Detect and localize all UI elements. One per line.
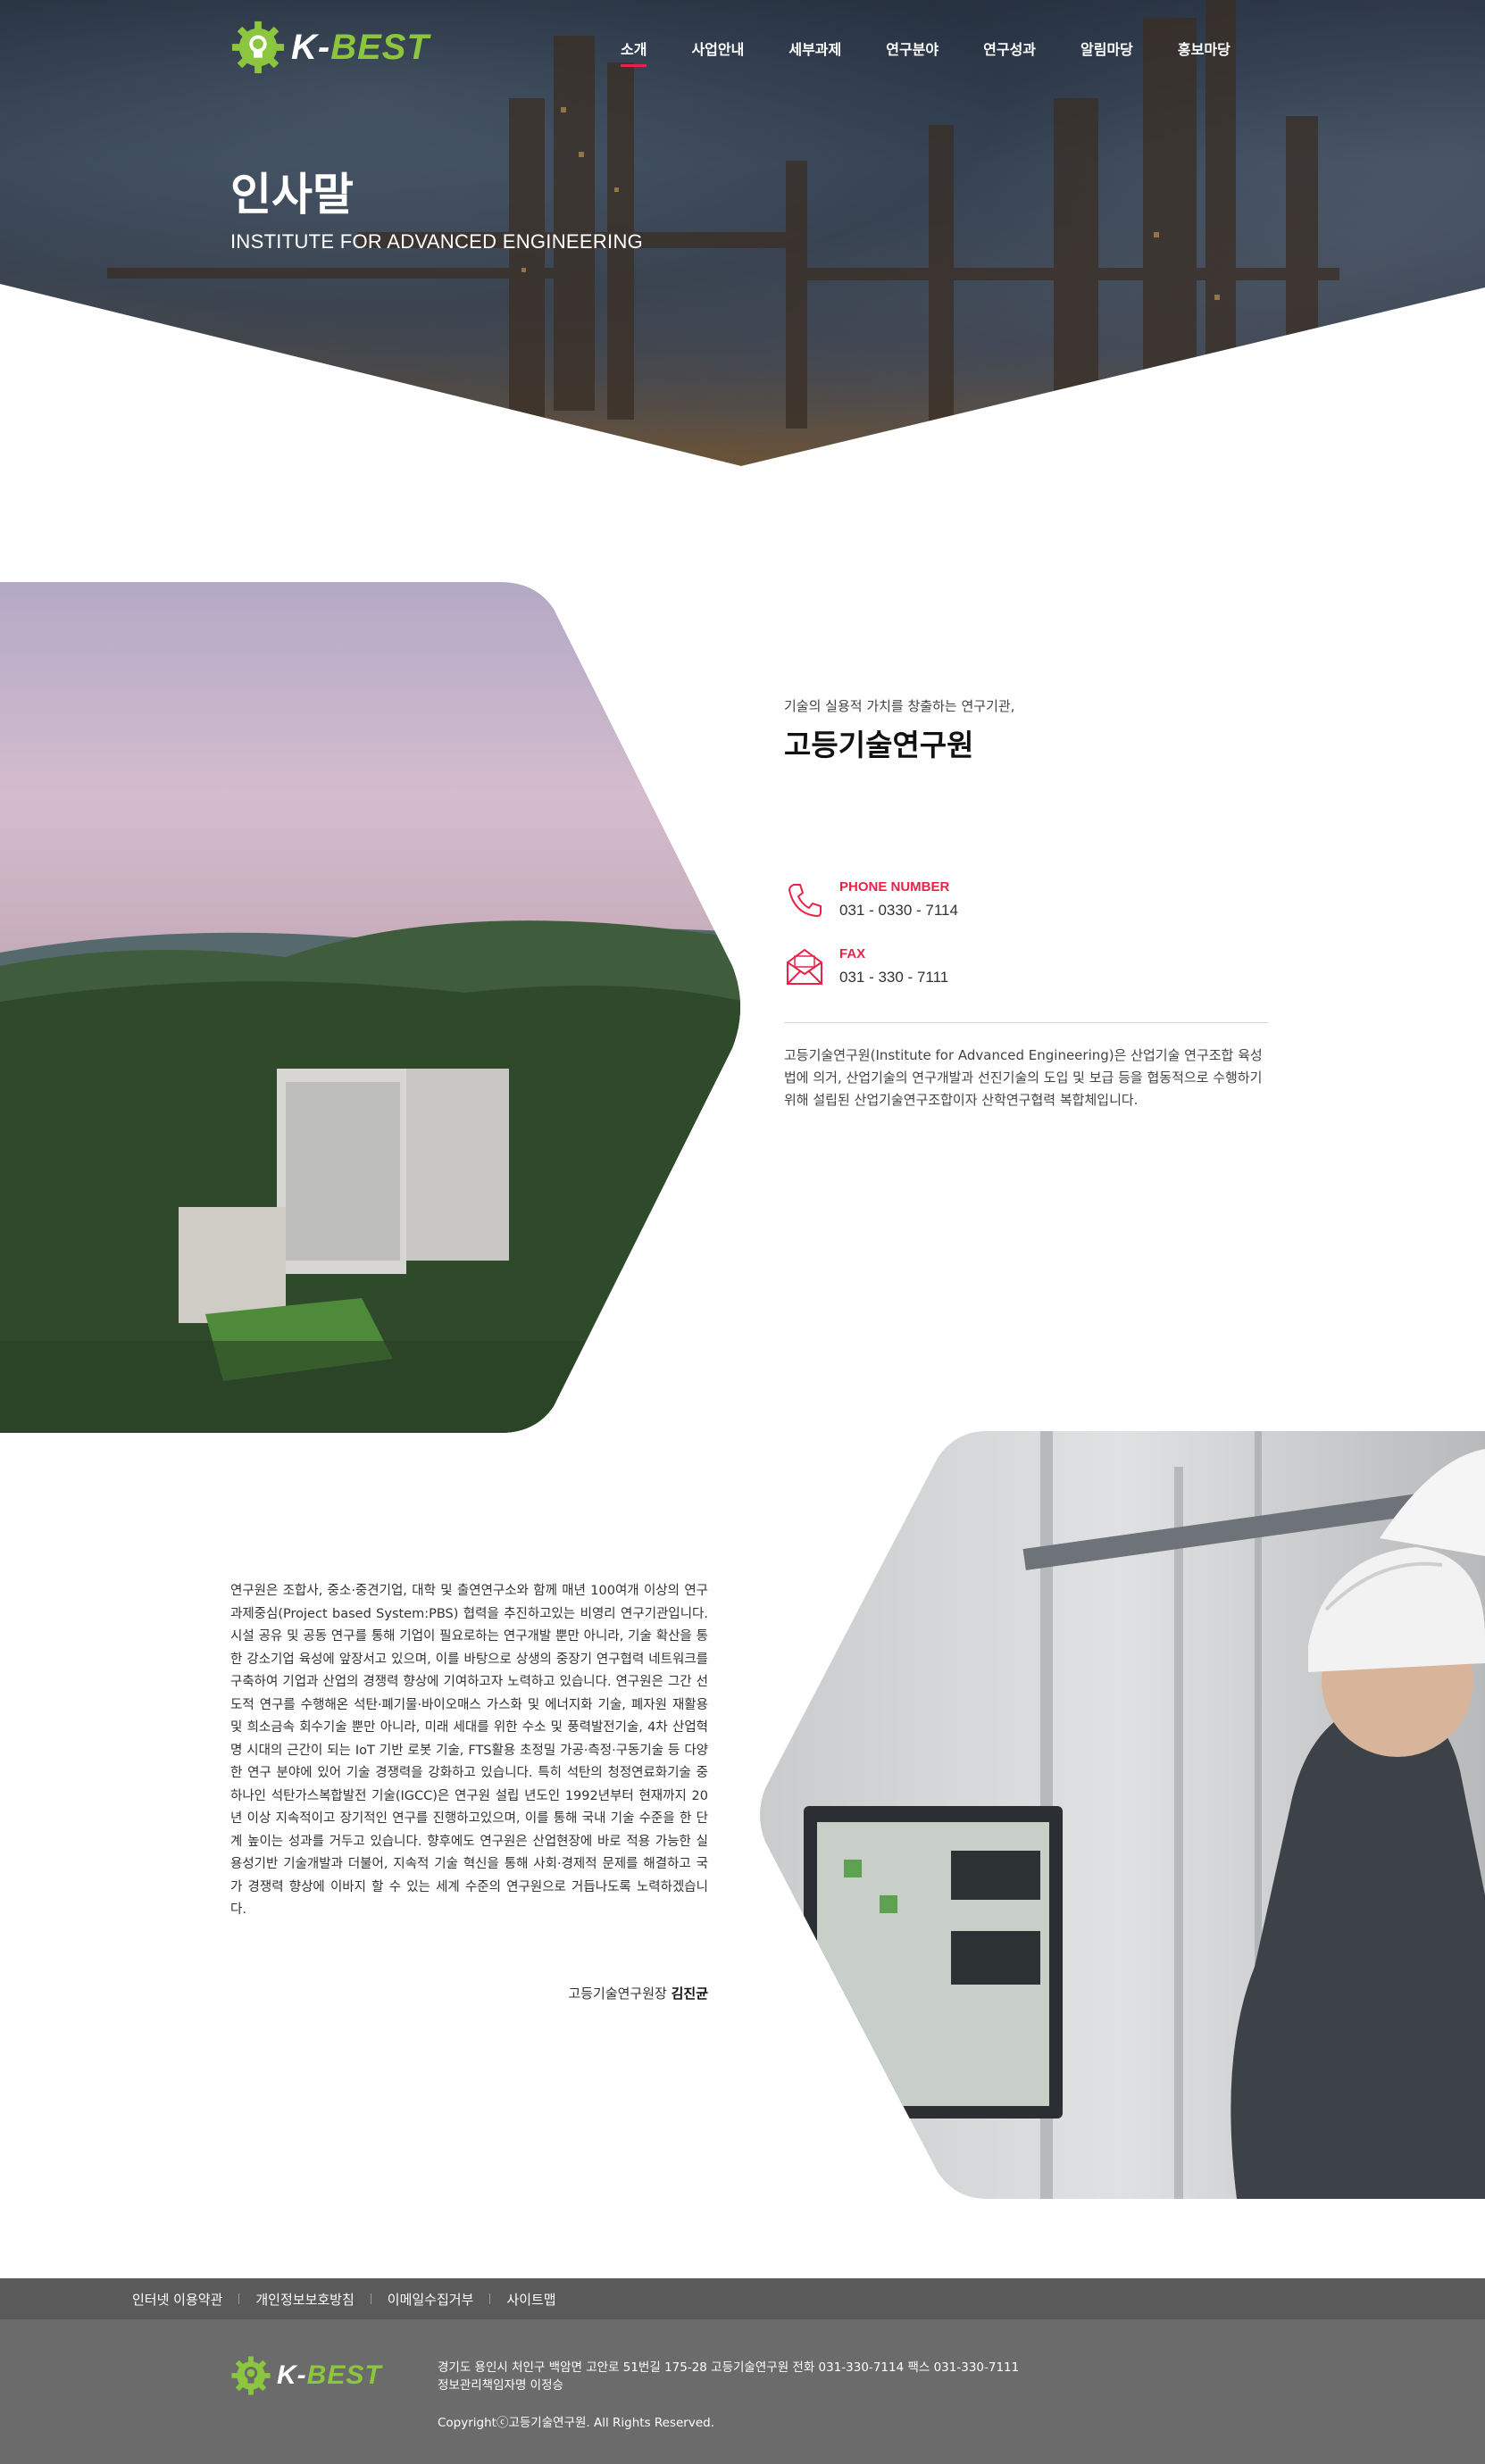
footer-link-terms[interactable]: 인터넷 이용약관 (132, 2290, 222, 2309)
signature-name: 김진균 (671, 1985, 708, 2002)
mail-icon (787, 948, 822, 985)
nav-item-tasks[interactable]: 세부과제 (788, 37, 841, 59)
site-logo[interactable]: K-BEST (230, 18, 459, 77)
footer-logo[interactable]: K-BEST (230, 2355, 382, 2396)
signature-role: 고등기술연구원장 (568, 1985, 672, 2002)
engineers-control-room-photo (760, 1431, 1485, 2199)
nav-item-research-fields[interactable]: 연구분야 (886, 37, 939, 59)
footer-link-email-refusal[interactable]: 이메일수집거부 (388, 2290, 474, 2309)
intro-description: 고등기술연구원(Institute for Advanced Engineeri… (784, 1047, 1263, 1108)
greeting-signature: 고등기술연구원장 김진균 (230, 1984, 708, 2002)
gear-bulb-icon (231, 21, 285, 74)
nav-item-research-results[interactable]: 연구성과 (983, 37, 1036, 59)
institute-building-photo (0, 582, 740, 1433)
intro-title: 고등기술연구원 (784, 728, 974, 762)
hero-white-cutout (0, 284, 1485, 466)
footer: K-BEST 경기도 용인시 처인구 백암면 고안로 51번길 175-28 고… (0, 2319, 1485, 2464)
footer-link-privacy[interactable]: 개인정보보호방침 (255, 2290, 354, 2309)
intro-tagline: 기술의 실용적 가치를 창출하는 연구기관, (784, 698, 1015, 714)
logo-wordmark: K-BEST (291, 27, 430, 67)
nav-item-pr[interactable]: 홍보마당 (1178, 37, 1231, 59)
footer-manager: 정보관리책임자명 이정승 (438, 2378, 563, 2393)
nav-item-intro[interactable]: 소개 (621, 37, 647, 67)
divider (784, 1022, 1268, 1023)
nav-item-business[interactable]: 사업안내 (691, 37, 744, 59)
fax-value: 031 - 330 - 7111 (839, 969, 949, 986)
contact-phone: PHONE NUMBER 031 - 0330 - 7114 (784, 879, 958, 920)
nav-item-notices[interactable]: 알림마당 (1080, 37, 1133, 59)
gear-bulb-icon (231, 2356, 271, 2395)
fax-label: FAX (839, 946, 866, 961)
footer-copyright: Copyrightⓒ고등기술연구원. All Rights Reserved. (438, 2416, 715, 2430)
footer-logo-wordmark: K-BEST (277, 2360, 382, 2390)
phone-value: 031 - 0330 - 7114 (839, 902, 958, 919)
footer-link-separator (238, 2293, 240, 2304)
footer-link-sitemap[interactable]: 사이트맵 (506, 2290, 555, 2309)
phone-icon (788, 884, 822, 918)
footer-address: 경기도 용인시 처인구 백암면 고안로 51번길 175-28 고등기술연구원 … (438, 2360, 1020, 2375)
hero-banner: K-BEST 소개 사업안내 세부과제 연구분야 연구성과 알림마당 홍보마당 … (0, 0, 1485, 466)
footer-contact-info: 경기도 용인시 처인구 백암면 고안로 51번길 175-28 고등기술연구원 … (438, 2359, 1019, 2394)
footer-links: 인터넷 이용약관 개인정보보호방침 이메일수집거부 사이트맵 (0, 2278, 1485, 2319)
page-subtitle: INSTITUTE FOR ADVANCED ENGINEERING (230, 230, 644, 253)
greeting-body: 연구원은 조합사, 중소·중견기업, 대학 및 출연연구소와 함께 매년 100… (230, 1584, 708, 1917)
phone-label: PHONE NUMBER (839, 879, 950, 895)
main-nav: 소개 사업안내 세부과제 연구분야 연구성과 알림마당 홍보마당 (621, 37, 1275, 67)
page-title: 인사말 (230, 169, 354, 221)
contact-fax: FAX 031 - 330 - 7111 (784, 946, 948, 987)
footer-link-separator (489, 2293, 491, 2304)
